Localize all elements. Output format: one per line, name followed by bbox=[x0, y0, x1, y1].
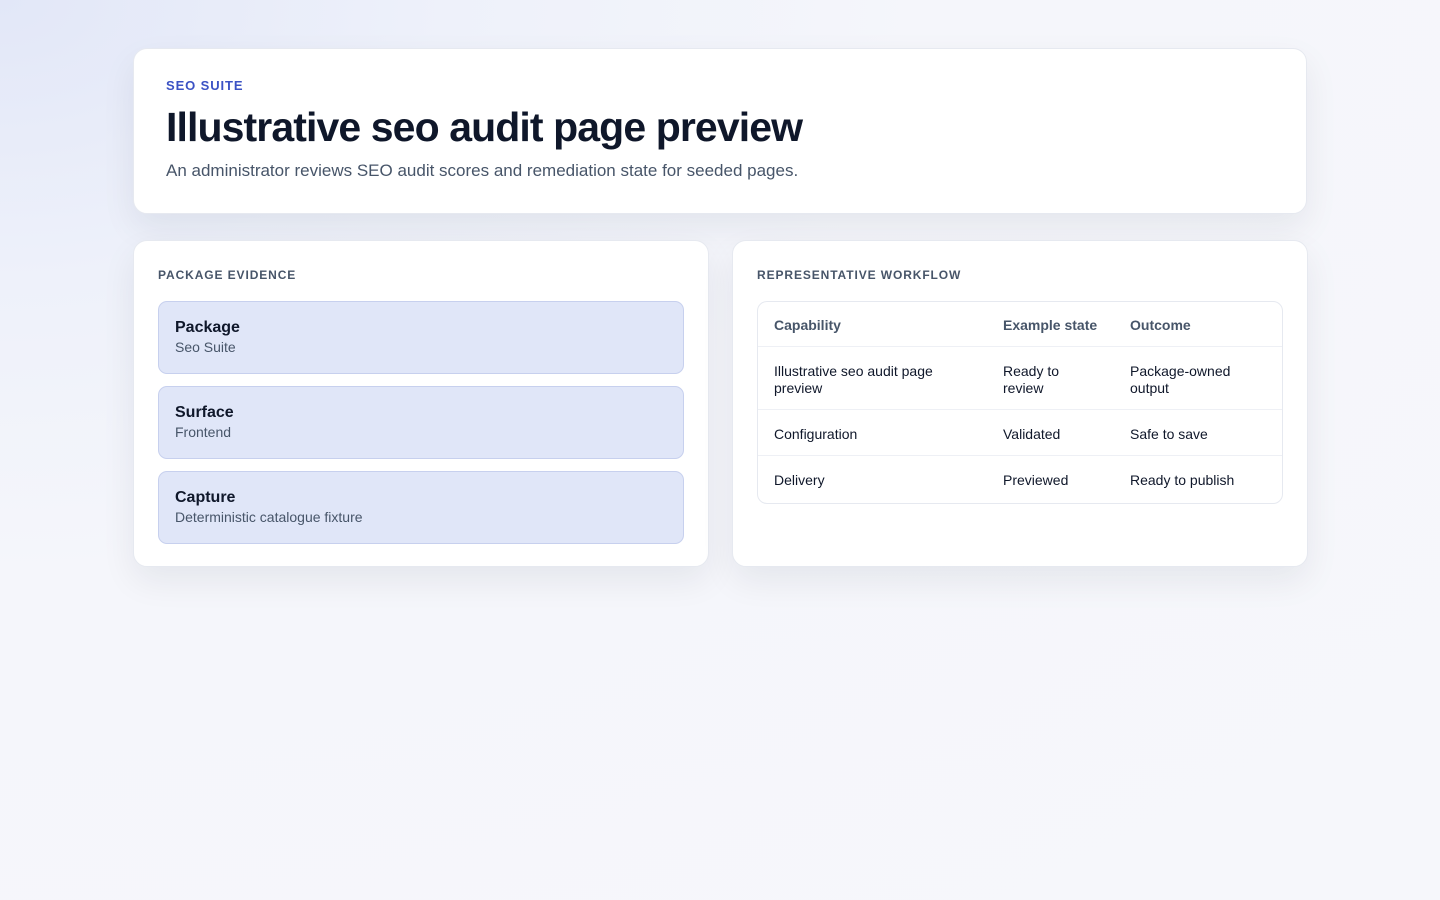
evidence-title: Package bbox=[175, 319, 240, 336]
table-cell: Previewed bbox=[987, 455, 1114, 503]
table-cell: Validated bbox=[987, 409, 1114, 456]
table-cell: Package-owned output bbox=[1114, 346, 1282, 410]
table-cell: Ready to publish bbox=[1114, 455, 1282, 503]
column-header-capability: Capability bbox=[774, 317, 841, 333]
column-header-example-state: Example state bbox=[1003, 317, 1098, 333]
page-subtitle: An administrator reviews SEO audit score… bbox=[166, 161, 799, 180]
evidence-value: Deterministic catalogue fixture bbox=[175, 509, 363, 525]
workflow-table: Capability Example state Outcome Illustr… bbox=[758, 302, 1282, 503]
evidence-value: Frontend bbox=[175, 424, 232, 440]
package-evidence-panel: PACKAGE EVIDENCE Package Seo Suite Surfa… bbox=[133, 240, 709, 567]
panel-label: REPRESENTATIVE WORKFLOW bbox=[757, 268, 962, 282]
page-container: SEO SUITE Illustrative seo audit page pr… bbox=[133, 48, 1308, 567]
table-row: Configuration Validated Safe to save bbox=[758, 409, 1282, 456]
table-header-row: Capability Example state Outcome bbox=[758, 302, 1282, 347]
table-cell: Ready to review bbox=[987, 346, 1114, 410]
evidence-list: Package Seo Suite Surface Frontend Captu… bbox=[158, 301, 684, 544]
evidence-item-surface: Surface Frontend bbox=[158, 386, 684, 459]
evidence-item-capture: Capture Deterministic catalogue fixture bbox=[158, 471, 684, 544]
table-cell: Configuration bbox=[758, 409, 987, 456]
table-row: Illustrative seo audit page preview Read… bbox=[758, 346, 1282, 410]
content-grid: PACKAGE EVIDENCE Package Seo Suite Surfa… bbox=[133, 240, 1308, 567]
evidence-item-package: Package Seo Suite bbox=[158, 301, 684, 374]
workflow-table-container: Capability Example state Outcome Illustr… bbox=[757, 301, 1283, 504]
column-header-outcome: Outcome bbox=[1130, 317, 1191, 333]
evidence-title: Surface bbox=[175, 404, 234, 421]
evidence-value: Seo Suite bbox=[175, 339, 236, 355]
table-cell: Delivery bbox=[758, 455, 987, 503]
table-cell: Safe to save bbox=[1114, 409, 1282, 456]
page-title: Illustrative seo audit page preview bbox=[166, 104, 803, 150]
representative-workflow-panel: REPRESENTATIVE WORKFLOW Capability Examp… bbox=[732, 240, 1308, 567]
suite-eyebrow: SEO SUITE bbox=[166, 78, 244, 93]
table-row: Delivery Previewed Ready to publish bbox=[758, 455, 1282, 503]
table-cell: Illustrative seo audit page preview bbox=[758, 346, 987, 410]
header-card: SEO SUITE Illustrative seo audit page pr… bbox=[133, 48, 1307, 214]
evidence-title: Capture bbox=[175, 489, 236, 506]
panel-label: PACKAGE EVIDENCE bbox=[158, 268, 297, 282]
